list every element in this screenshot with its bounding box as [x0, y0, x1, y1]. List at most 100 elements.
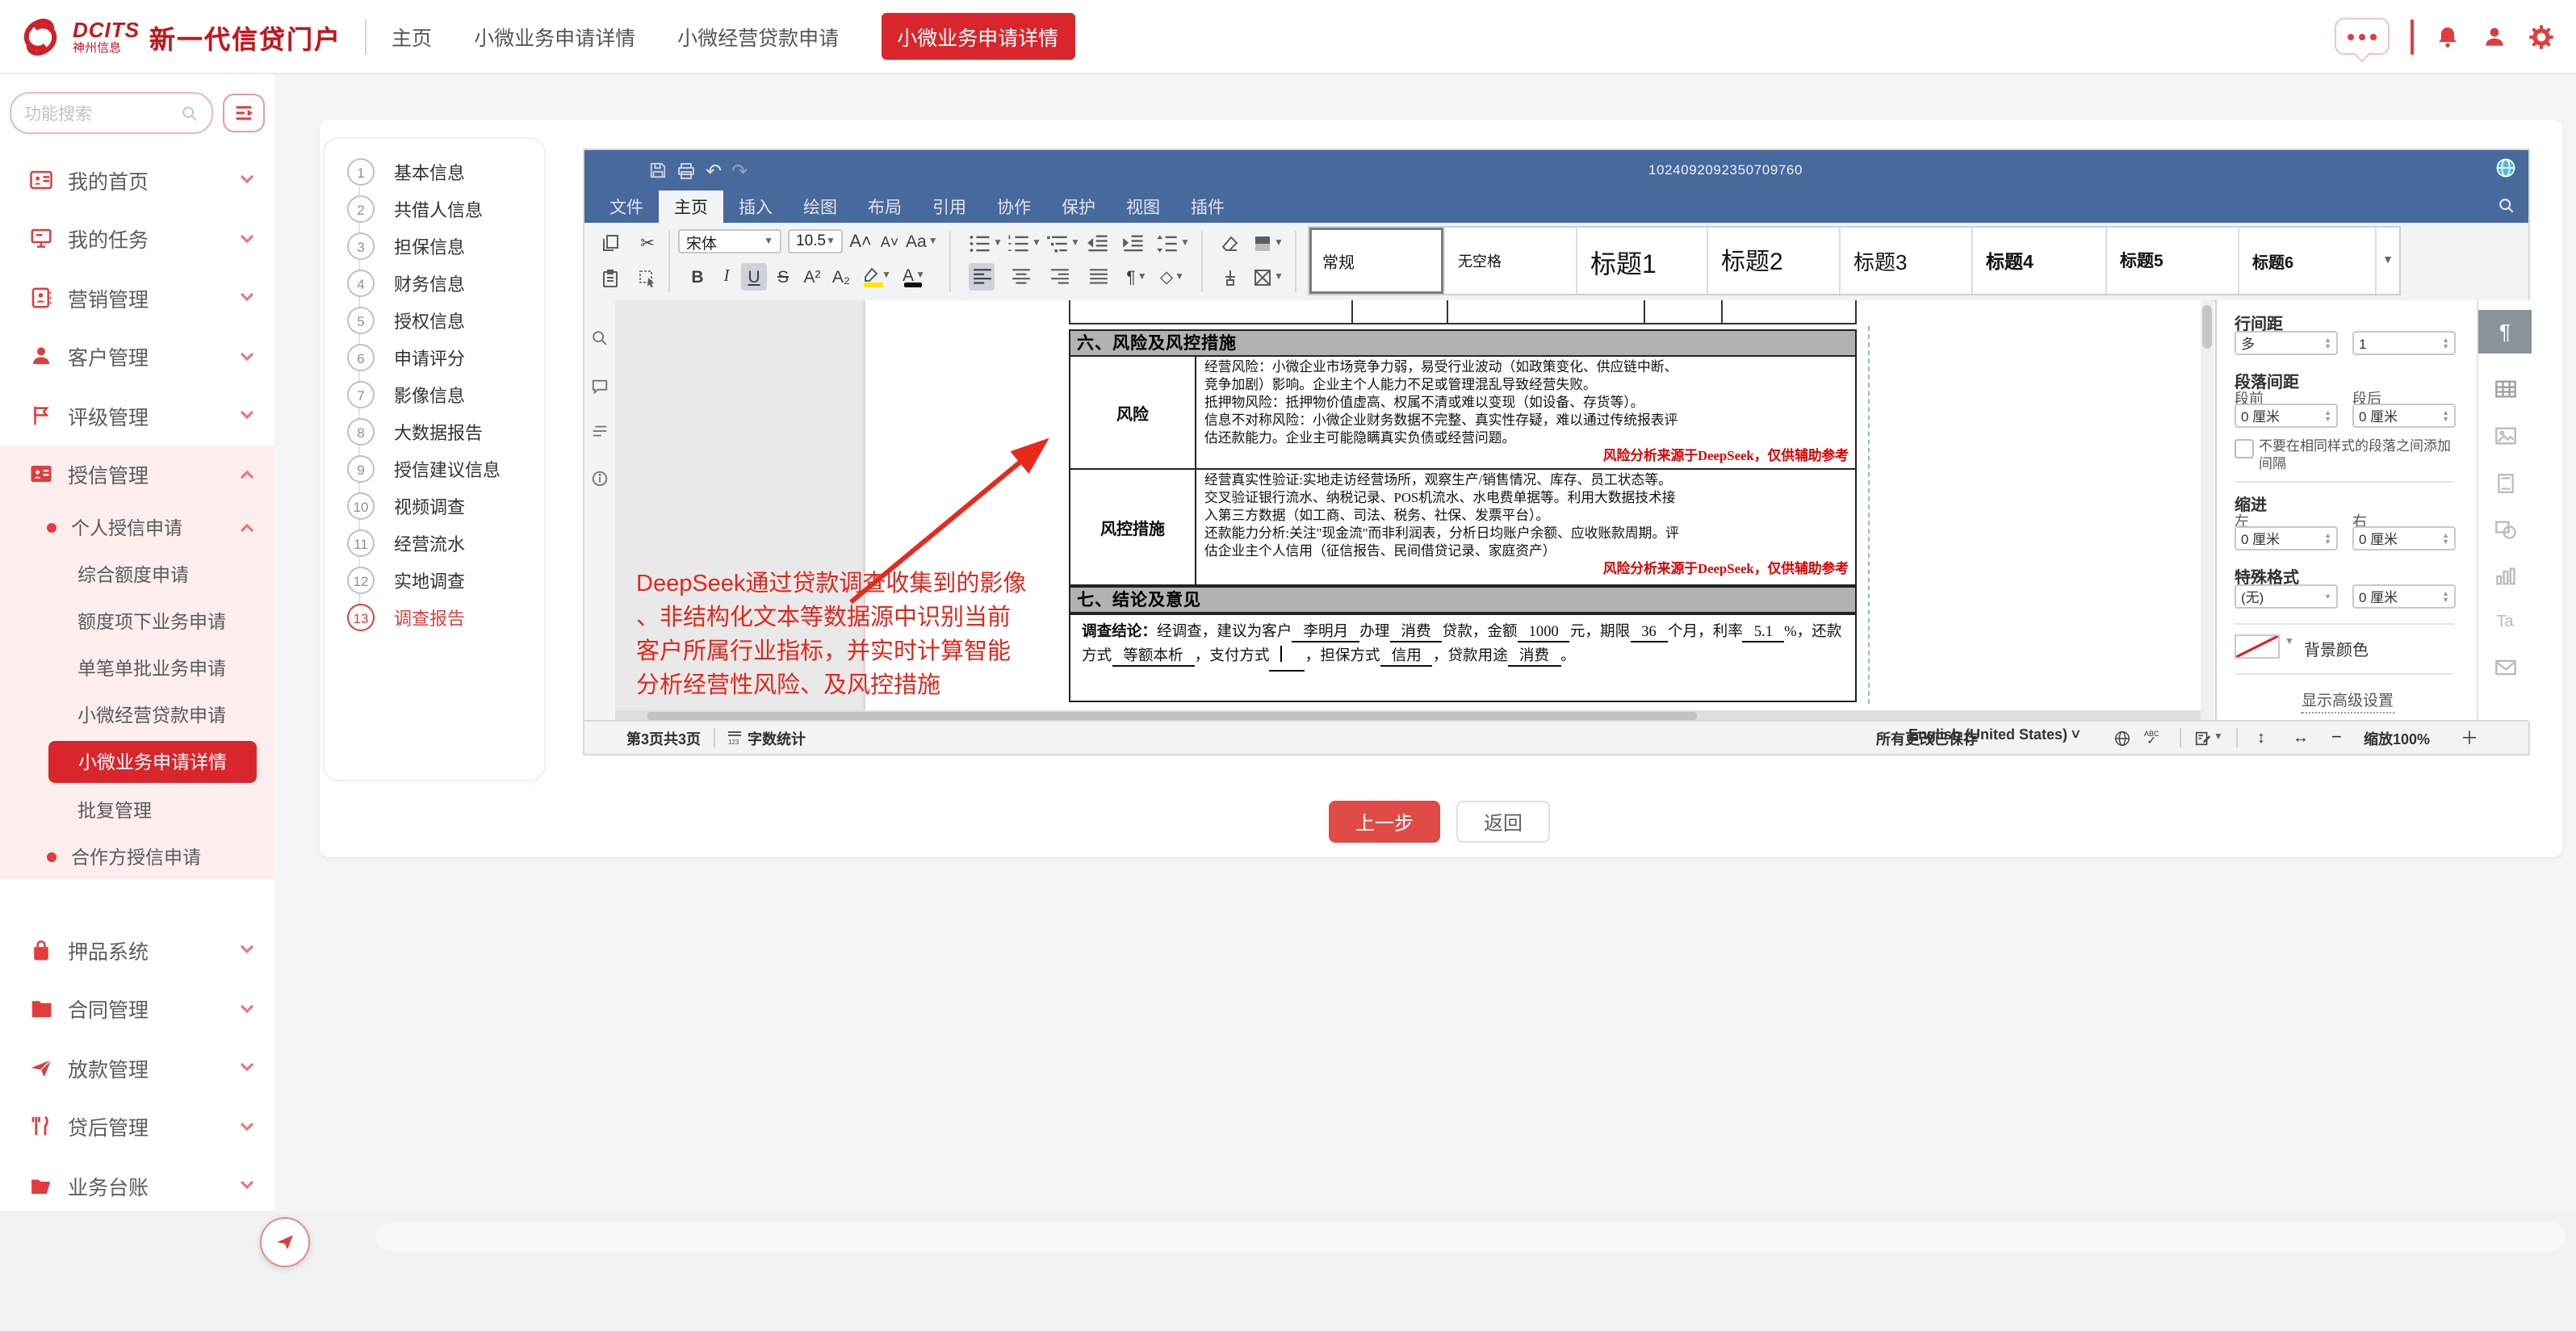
editor-search-icon[interactable]	[2498, 197, 2515, 215]
font-color-icon[interactable]: A ▼	[901, 262, 927, 289]
style-no-spacing[interactable]: 无空格	[1445, 228, 1577, 294]
align-right-icon[interactable]	[1046, 263, 1072, 291]
step-authorization[interactable]: 5授权信息	[347, 302, 465, 339]
step-bigdata-report[interactable]: 8大数据报告	[347, 413, 483, 450]
menu-layout[interactable]: 布局	[852, 190, 917, 223]
select-icon[interactable]	[635, 265, 660, 292]
frame-icon[interactable]: ▼	[1253, 263, 1284, 291]
style-normal[interactable]: 常规	[1309, 228, 1445, 294]
change-case-icon[interactable]: Aa▼	[906, 228, 938, 255]
sidebar-item-partner-credit[interactable]: 合作方授信申请	[0, 833, 274, 880]
sidebar-item-collateral[interactable]: 押品系统	[0, 920, 274, 979]
sidebar-item-comprehensive-quota[interactable]: 综合额度申请	[0, 550, 274, 597]
align-left-icon[interactable]	[969, 263, 995, 291]
headings-icon[interactable]	[589, 421, 610, 442]
previous-step-button[interactable]: 上一步	[1329, 801, 1440, 843]
line-spacing-icon[interactable]: ▼	[1156, 229, 1190, 257]
bullet-list-icon[interactable]: ▼	[969, 229, 1003, 257]
sidebar-item-personal-credit[interactable]: 个人授信申请	[0, 504, 274, 550]
text-art-panel-icon[interactable]: Ta	[2478, 604, 2532, 639]
shape-panel-icon[interactable]	[2478, 512, 2532, 547]
spacing-after-input[interactable]: 0 厘米▲▼	[2352, 404, 2456, 428]
background-color-swatch[interactable]	[2235, 634, 2280, 659]
fit-width-icon[interactable]: ↔	[2293, 722, 2309, 754]
menu-plugins[interactable]: 插件	[1175, 190, 1240, 223]
tab-home[interactable]: 主页	[392, 21, 432, 52]
advanced-settings-link[interactable]: 显示高级设置	[2217, 688, 2478, 710]
step-scoring[interactable]: 6申请评分	[347, 339, 465, 376]
paragraph-mark-icon[interactable]: ¶▼	[1124, 263, 1150, 291]
paste-icon[interactable]	[597, 265, 623, 292]
menu-references[interactable]: 引用	[917, 190, 982, 223]
sidebar-item-marketing[interactable]: 营销管理	[0, 268, 274, 327]
globe-icon[interactable]	[2494, 157, 2517, 179]
style-heading2[interactable]: 标题2	[1708, 228, 1841, 294]
sidebar-item-my-tasks[interactable]: 我的任务	[0, 209, 274, 268]
indent-right-input[interactable]: 0 厘米▲▼	[2352, 526, 2456, 550]
special-format-by-input[interactable]: 0 厘米▲▼	[2352, 584, 2456, 609]
step-imaging[interactable]: 7影像信息	[347, 376, 465, 413]
font-size-select[interactable]: 10.5▼	[788, 229, 843, 253]
sidebar-collapse-fab[interactable]	[260, 1217, 310, 1267]
spell-globe-icon[interactable]	[2113, 722, 2131, 754]
style-gallery-expand-icon[interactable]: ▼	[2377, 228, 2399, 294]
sidebar-item-business-ledger[interactable]: 业务台账	[0, 1156, 274, 1211]
language-selector[interactable]: English (United States) ˅	[1908, 726, 2080, 743]
page-indicator[interactable]: 第3页共3页	[626, 722, 701, 754]
increase-indent-icon[interactable]	[1120, 229, 1146, 257]
conclusion-text[interactable]: 调查结论：经调查，建议为客户李明月办理消费贷款，金额1000元，期限36个月，利…	[1069, 613, 1857, 701]
sidebar-toggle-button[interactable]	[223, 94, 265, 132]
font-name-select[interactable]: 宋体▼	[678, 229, 781, 253]
tab-micro-detail-1[interactable]: 小微业务申请详情	[474, 21, 635, 52]
logo[interactable]: DCITS 神州信息 新一代信贷门户	[16, 17, 341, 56]
sidebar-item-micro-detail-active[interactable]: 小微业务申请详情	[48, 741, 257, 783]
shrink-font-icon[interactable]: A˅	[877, 228, 903, 255]
step-credit-suggestion[interactable]: 9授信建议信息	[347, 450, 501, 488]
more-icon[interactable]	[2334, 18, 2389, 55]
search-input[interactable]: 功能搜索	[10, 92, 213, 134]
user-icon[interactable]	[2481, 23, 2507, 49]
page-color-icon[interactable]: ▼	[1253, 229, 1284, 257]
spellcheck-icon[interactable]: ABC✓	[2144, 722, 2159, 754]
spacing-before-input[interactable]: 0 厘米▲▼	[2235, 404, 2338, 428]
sidebar-item-rating[interactable]: 评级管理	[0, 386, 274, 445]
sidebar-item-micro-loan-apply[interactable]: 小微经营贷款申请	[0, 691, 274, 738]
same-style-checkbox[interactable]	[2235, 439, 2254, 458]
menu-file[interactable]: 文件	[594, 190, 659, 223]
sidebar-item-customers[interactable]: 客户管理	[0, 327, 274, 386]
justify-icon[interactable]	[1085, 263, 1111, 291]
measures-table-row[interactable]: 风控措施 经营真实性验证:实地走访经营场所，观察生产/销售情况、库存、员工状态等…	[1069, 469, 1857, 585]
cut-icon[interactable]: ✂	[635, 229, 660, 257]
vertical-scrollbar[interactable]	[2201, 300, 2214, 722]
underline-icon[interactable]: U	[741, 263, 767, 291]
footer-scrollbar[interactable]	[376, 1222, 2566, 1251]
menu-view[interactable]: 视图	[1111, 190, 1175, 223]
menu-insert[interactable]: 插入	[723, 190, 788, 223]
paragraph-panel-icon[interactable]: ¶	[2478, 310, 2532, 354]
superscript-icon[interactable]: A²	[799, 263, 825, 291]
mail-merge-panel-icon[interactable]	[2478, 649, 2532, 684]
special-format-select[interactable]: (无)▼	[2235, 584, 2338, 609]
risk-table-row[interactable]: 风险 经营风险：小微企业市场竞争力弱，易受行业波动（如政策变化、供应链中断、 竞…	[1069, 356, 1857, 469]
sidebar-item-single-batch[interactable]: 单笔单批业务申请	[0, 644, 274, 691]
save-icon[interactable]	[649, 161, 667, 179]
italic-icon[interactable]: I	[714, 263, 739, 291]
menu-draw[interactable]: 绘图	[788, 190, 852, 223]
step-survey-report[interactable]: 13调查报告	[347, 599, 465, 636]
decrease-indent-icon[interactable]	[1085, 229, 1111, 257]
back-button[interactable]: 返回	[1456, 801, 1550, 843]
eraser-icon[interactable]	[1217, 229, 1243, 257]
align-center-icon[interactable]	[1007, 263, 1033, 291]
sidebar-item-post-loan[interactable]: 贷后管理	[0, 1097, 274, 1156]
indent-left-input[interactable]: 0 厘米▲▼	[2235, 526, 2338, 550]
bell-icon[interactable]	[2434, 23, 2460, 49]
info-icon[interactable]	[589, 468, 610, 489]
table-panel-icon[interactable]	[2478, 371, 2532, 407]
menu-protect[interactable]: 保护	[1046, 190, 1111, 223]
print-icon[interactable]	[676, 161, 696, 180]
swatch-expand-icon[interactable]: ▼	[2285, 638, 2294, 647]
menu-collaboration[interactable]: 协作	[982, 190, 1046, 223]
subscript-icon[interactable]: A₂	[828, 263, 854, 291]
undo-icon[interactable]: ↶	[706, 161, 722, 180]
sidebar-item-contracts[interactable]: 合同管理	[0, 979, 274, 1038]
